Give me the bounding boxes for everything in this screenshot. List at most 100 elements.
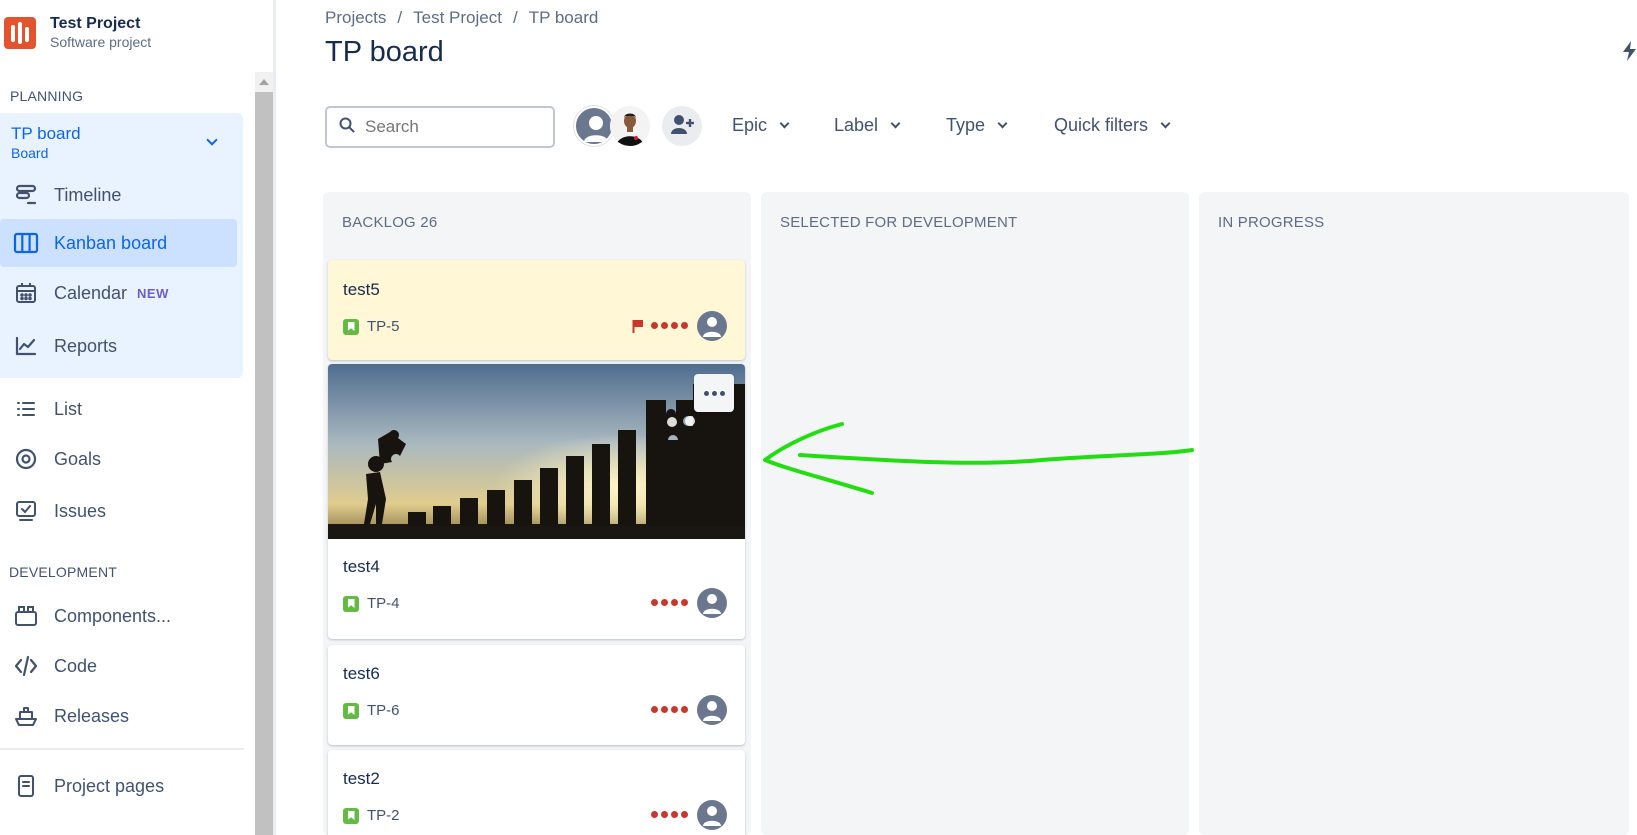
card-issue-key: TP-2 xyxy=(343,807,400,824)
sidebar-item-kanban-board[interactable]: Kanban board xyxy=(0,219,237,267)
sidebar-scrollbar[interactable] xyxy=(255,72,273,835)
assignee-avatar[interactable] xyxy=(697,695,727,725)
issue-card-tp-2[interactable]: test2 TP-2 xyxy=(328,750,745,835)
issue-card-tp-6[interactable]: test6 TP-6 xyxy=(328,645,745,745)
card-cover-image xyxy=(328,364,745,539)
column-title: BACKLOG 26 xyxy=(342,214,438,231)
search-icon xyxy=(339,117,355,138)
add-people-button[interactable] xyxy=(662,106,702,146)
reports-icon xyxy=(12,332,40,360)
breadcrumb-item-project[interactable]: Test Project xyxy=(413,8,502,28)
project-type: Software project xyxy=(50,34,152,50)
issue-card-tp-4[interactable]: test4 TP-4 xyxy=(328,364,745,639)
assignee-avatar[interactable] xyxy=(697,311,727,341)
avatar-user-photo[interactable] xyxy=(610,106,650,146)
card-issue-key: TP-4 xyxy=(343,595,400,612)
chevron-down-icon xyxy=(779,118,790,129)
filter-label-dropdown[interactable]: Label xyxy=(834,115,901,136)
chevron-down-icon xyxy=(997,118,1008,129)
breadcrumb-separator: / xyxy=(512,8,518,27)
filter-label: Epic xyxy=(732,115,768,135)
breadcrumb-item-board[interactable]: TP board xyxy=(529,8,599,28)
filter-label: Quick filters xyxy=(1054,115,1149,135)
releases-icon xyxy=(12,702,40,730)
card-summary: test6 xyxy=(343,664,380,683)
breadcrumb-item-projects[interactable]: Projects xyxy=(325,8,386,28)
list-icon xyxy=(12,395,40,423)
board-selector-name: TP board xyxy=(11,124,81,143)
sidebar-item-label: Timeline xyxy=(54,184,122,205)
automation-bolt-icon[interactable] xyxy=(1620,40,1637,62)
search-input[interactable] xyxy=(365,117,535,137)
chevron-down-icon xyxy=(1160,118,1171,129)
card-more-actions-button[interactable] xyxy=(694,374,734,412)
goals-icon xyxy=(12,445,40,473)
sidebar-item-issues[interactable]: Issues xyxy=(0,487,106,535)
project-header[interactable]: Test Project Software project xyxy=(4,14,151,51)
board-column-in-progress: IN PROGRESS xyxy=(1199,192,1629,835)
breadcrumb-separator: / xyxy=(397,8,403,27)
sidebar-item-code[interactable]: Code xyxy=(0,642,97,690)
board-column-selected-for-development: SELECTED FOR DEVELOPMENT xyxy=(761,192,1189,835)
sidebar-item-reports[interactable]: Reports xyxy=(0,322,117,370)
scroll-up-arrow-icon[interactable] xyxy=(255,72,273,92)
sidebar-item-label: List xyxy=(54,398,83,419)
sidebar-item-label: Releases xyxy=(54,705,130,726)
filter-type[interactable]: Type xyxy=(946,115,1008,136)
new-badge: NEW xyxy=(137,285,169,301)
filter-quick-filters[interactable]: Quick filters xyxy=(1054,115,1171,136)
add-person-icon xyxy=(669,112,695,141)
column-title: IN PROGRESS xyxy=(1218,214,1325,231)
sidebar-item-label: Calendar xyxy=(54,282,128,303)
priority-highest-icon xyxy=(651,599,688,606)
board-selector[interactable]: TP board Board xyxy=(11,124,81,162)
board-selector-subtitle: Board xyxy=(11,145,49,161)
breadcrumb: Projects / Test Project / TP board xyxy=(325,8,598,28)
sidebar-item-calendar[interactable]: Calendar NEW xyxy=(0,269,169,317)
sidebar-item-label: Issues xyxy=(54,500,107,521)
calendar-icon xyxy=(12,279,40,307)
sidebar-border xyxy=(273,0,276,835)
project-name: Test Project xyxy=(50,15,141,32)
sidebar-item-goals[interactable]: Goals xyxy=(0,435,101,483)
priority-highest-icon xyxy=(651,322,688,329)
filter-epic[interactable]: Epic xyxy=(732,115,790,136)
sidebar-item-label: Components... xyxy=(54,605,172,626)
card-key-text: TP-5 xyxy=(367,318,400,335)
sidebar-item-label: Goals xyxy=(54,448,102,469)
filter-label: Type xyxy=(946,115,986,135)
assignee-avatar[interactable] xyxy=(697,800,727,830)
code-icon xyxy=(12,652,40,680)
planning-section-label: PLANNING xyxy=(10,88,84,104)
card-summary: test2 xyxy=(343,769,380,788)
card-summary: test5 xyxy=(343,280,380,299)
chevron-down-icon xyxy=(890,118,901,129)
avatar-default[interactable] xyxy=(574,106,614,146)
sidebar-item-label: Code xyxy=(54,655,98,676)
sidebar-item-label: Reports xyxy=(54,335,118,356)
story-type-icon xyxy=(343,807,359,824)
development-section-label: DEVELOPMENT xyxy=(9,564,117,580)
page-title: TP board xyxy=(325,36,444,68)
project-logo-icon xyxy=(4,16,36,49)
assignee-avatar[interactable] xyxy=(697,588,727,618)
kanban-board-icon xyxy=(12,229,40,257)
story-type-icon xyxy=(343,595,359,612)
issues-icon xyxy=(12,497,40,525)
flag-icon xyxy=(632,320,643,333)
sidebar-item-releases[interactable]: Releases xyxy=(0,692,129,740)
issue-card-tp-5[interactable]: test5 TP-5 xyxy=(328,260,745,360)
card-key-text: TP-4 xyxy=(367,595,400,612)
column-title: SELECTED FOR DEVELOPMENT xyxy=(780,214,1018,231)
sidebar-item-timeline[interactable]: Timeline xyxy=(0,171,121,219)
components-icon xyxy=(12,602,40,630)
card-key-text: TP-2 xyxy=(367,807,400,824)
card-key-text: TP-6 xyxy=(367,702,400,719)
sidebar: Test Project Software project PLANNING T… xyxy=(0,0,255,835)
filter-label: Label xyxy=(834,115,879,135)
search-box[interactable] xyxy=(325,106,555,148)
sidebar-item-project-pages[interactable]: Project pages xyxy=(0,762,164,810)
sidebar-item-list[interactable]: List xyxy=(0,385,82,433)
sidebar-item-components[interactable]: Components... xyxy=(0,592,171,640)
sidebar-divider xyxy=(0,748,244,750)
